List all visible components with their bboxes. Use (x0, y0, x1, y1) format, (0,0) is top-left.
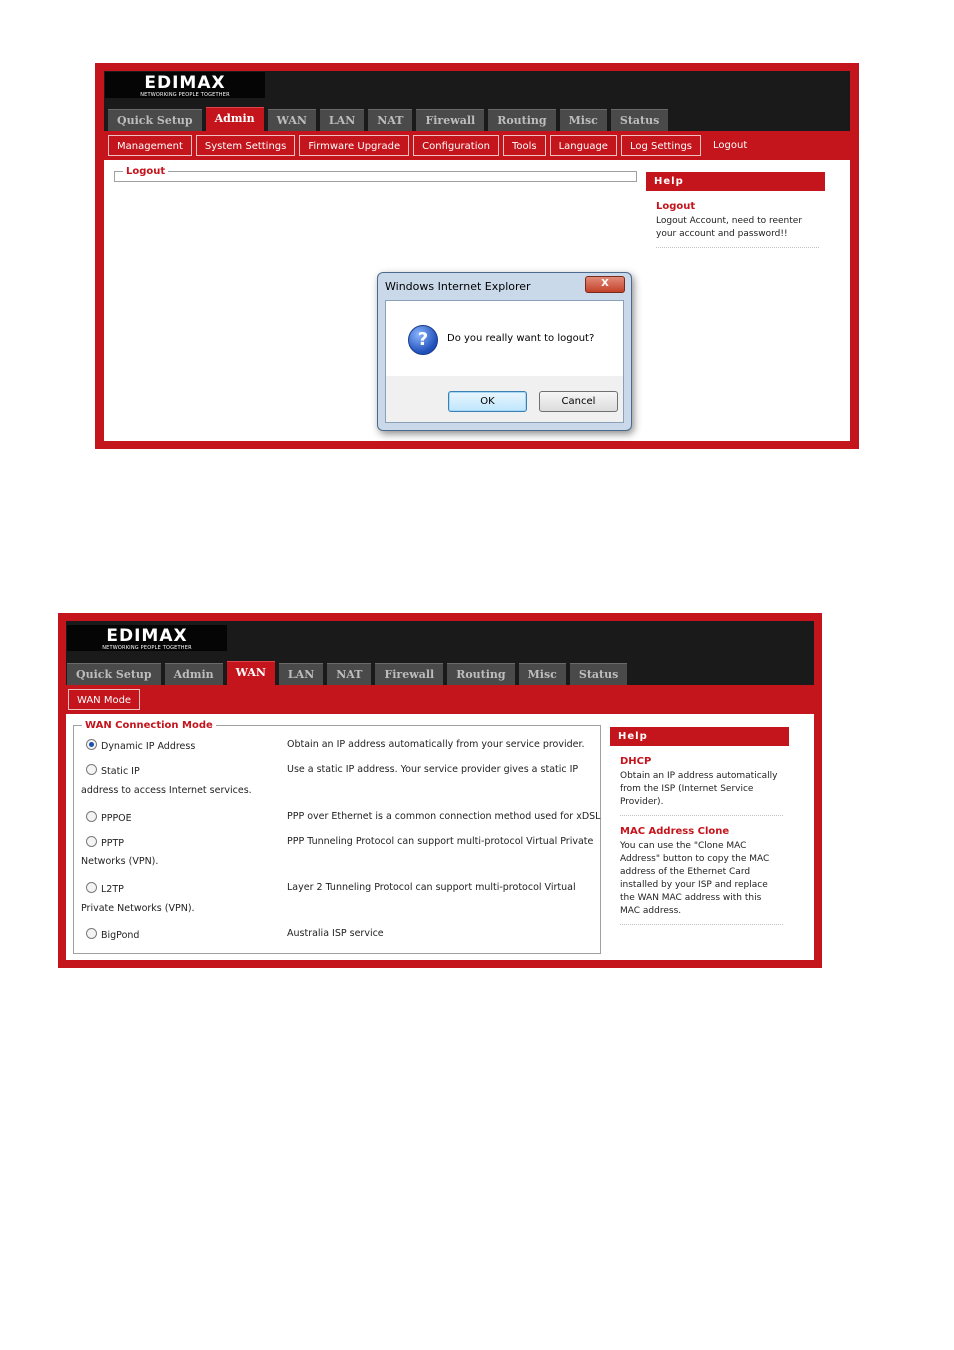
logout-confirm-dialog: Windows Internet Explorer X ? Do you rea… (377, 272, 632, 431)
radio-button[interactable] (86, 882, 97, 893)
help-text-mac-clone: You can use the "Clone MAC Address" butt… (620, 840, 783, 925)
tab-lan[interactable]: LAN (319, 109, 365, 131)
mode-dynamic-ip[interactable]: Dynamic IP Address (86, 739, 195, 752)
subtab-firmware-upgrade[interactable]: Firmware Upgrade (299, 135, 410, 156)
tab-routing[interactable]: Routing (447, 663, 515, 685)
tab-wan[interactable]: WAN (226, 661, 275, 685)
tab-nat[interactable]: NAT (327, 663, 372, 685)
logout-section: Logout (114, 166, 637, 182)
radio-button[interactable] (86, 739, 97, 750)
radio-button[interactable] (86, 928, 97, 939)
tab-misc[interactable]: Misc (559, 109, 607, 131)
help-title-dhcp: DHCP (620, 756, 652, 767)
tab-firewall[interactable]: Firewall (375, 663, 444, 685)
mode-description: PPP over Ethernet is a common connection… (287, 811, 601, 822)
main-nav: Quick Setup Admin WAN LAN NAT Firewall R… (66, 661, 628, 685)
tab-status[interactable]: Status (610, 109, 669, 131)
radio-button[interactable] (86, 811, 97, 822)
help-title: Logout (656, 201, 696, 212)
wan-mode-screenshot: EDIMAX NETWORKING PEOPLE TOGETHER Quick … (58, 613, 822, 968)
subtab-language[interactable]: Language (549, 135, 617, 156)
ok-button[interactable]: OK (448, 391, 527, 412)
mode-description-cont: Networks (VPN). (81, 856, 159, 867)
tab-quick-setup[interactable]: Quick Setup (108, 109, 202, 131)
help-text-dhcp: Obtain an IP address automatically from … (620, 770, 783, 816)
tab-lan[interactable]: LAN (278, 663, 324, 685)
header-bar: EDIMAX NETWORKING PEOPLE TOGETHER Quick … (66, 621, 814, 685)
logo-tagline: NETWORKING PEOPLE TOGETHER (102, 645, 192, 651)
logo-brand: EDIMAX (106, 626, 188, 646)
mode-pptp[interactable]: PPTP (86, 836, 124, 849)
help-text: Logout Account, need to reenter your acc… (656, 215, 819, 248)
subtab-configuration[interactable]: Configuration (413, 135, 499, 156)
close-icon[interactable]: X (585, 276, 625, 293)
question-icon: ? (408, 325, 438, 355)
tab-routing[interactable]: Routing (488, 109, 556, 131)
dialog-title: Windows Internet Explorer (385, 280, 531, 293)
main-nav: Quick Setup Admin WAN LAN NAT Firewall R… (104, 107, 669, 131)
logo-brand: EDIMAX (144, 73, 226, 93)
subtab-logout[interactable]: Logout (705, 135, 755, 156)
content-area: WAN Connection Mode Dynamic IP Address O… (66, 714, 814, 960)
subtab-wan-mode[interactable]: WAN Mode (68, 689, 141, 710)
wan-subnav: WAN Mode (66, 685, 814, 714)
mode-description: Use a static IP address. Your service pr… (287, 764, 579, 775)
mode-label: Static IP (101, 766, 140, 777)
radio-button[interactable] (86, 836, 97, 847)
help-panel: Help Logout Logout Account, need to reen… (646, 172, 825, 248)
section-title: WAN Connection Mode (85, 720, 213, 731)
tab-wan[interactable]: WAN (267, 109, 316, 131)
section-title: Logout (126, 166, 166, 177)
dialog-message: Do you really want to logout? (447, 333, 595, 344)
dialog-body: ? Do you really want to logout? OK Cance… (385, 300, 624, 423)
mode-description-cont: Private Networks (VPN). (81, 903, 195, 914)
tab-nat[interactable]: NAT (368, 109, 413, 131)
subtab-management[interactable]: Management (108, 135, 192, 156)
mode-label: BigPond (101, 930, 140, 941)
mode-description: Australia ISP service (287, 928, 384, 939)
edimax-logo: EDIMAX NETWORKING PEOPLE TOGETHER (67, 625, 227, 651)
help-header: Help (646, 172, 825, 191)
subtab-log-settings[interactable]: Log Settings (620, 135, 702, 156)
admin-subnav: Management System Settings Firmware Upgr… (104, 131, 850, 160)
help-title-mac-clone: MAC Address Clone (620, 826, 730, 837)
mode-description: PPP Tunneling Protocol can support multi… (287, 836, 594, 847)
mode-pppoe[interactable]: PPPOE (86, 811, 132, 824)
mode-description: Layer 2 Tunneling Protocol can support m… (287, 882, 576, 893)
tab-admin[interactable]: Admin (164, 663, 223, 685)
mode-bigpond[interactable]: BigPond (86, 928, 139, 941)
help-panel: Help DHCP Obtain an IP address automatic… (610, 727, 789, 925)
mode-description: Obtain an IP address automatically from … (287, 739, 585, 750)
tab-status[interactable]: Status (569, 663, 628, 685)
help-header: Help (610, 727, 789, 746)
tab-quick-setup[interactable]: Quick Setup (67, 663, 161, 685)
mode-l2tp[interactable]: L2TP (86, 882, 124, 895)
edimax-logo: EDIMAX NETWORKING PEOPLE TOGETHER (105, 72, 265, 98)
mode-label: PPTP (101, 838, 124, 849)
cancel-button[interactable]: Cancel (539, 391, 618, 412)
mode-label: L2TP (101, 884, 124, 895)
radio-button[interactable] (86, 764, 97, 775)
mode-label: PPPOE (101, 813, 132, 824)
tab-admin[interactable]: Admin (205, 107, 264, 131)
tab-firewall[interactable]: Firewall (416, 109, 485, 131)
subtab-system-settings[interactable]: System Settings (195, 135, 296, 156)
mode-label: Dynamic IP Address (101, 741, 196, 752)
mode-static-ip[interactable]: Static IP (86, 764, 140, 777)
logo-tagline: NETWORKING PEOPLE TOGETHER (140, 92, 230, 98)
tab-misc[interactable]: Misc (518, 663, 566, 685)
header-bar: EDIMAX NETWORKING PEOPLE TOGETHER Quick … (104, 71, 850, 131)
subtab-tools[interactable]: Tools (502, 135, 546, 156)
mode-description-cont: address to access Internet services. (81, 785, 252, 796)
